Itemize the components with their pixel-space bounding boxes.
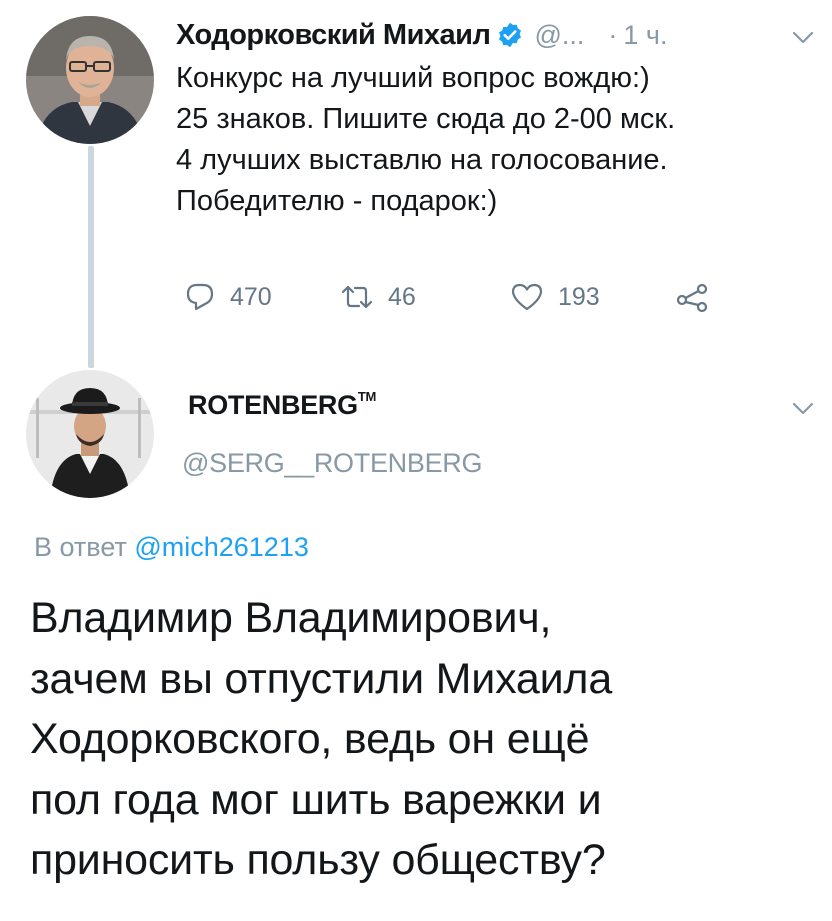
reply-mention-link[interactable]: @mich261213: [134, 532, 309, 562]
tweet-text-line: 25 знаков. Пишите сюда до 2-00 мск.: [176, 103, 676, 135]
reply-author-name[interactable]: ROTENBERGTM: [188, 389, 376, 421]
heart-icon: [511, 283, 543, 311]
reply-button[interactable]: 470: [184, 275, 272, 319]
reply-context: В ответ @mich261213: [34, 532, 309, 563]
tweet-text-line: пол года мог шить варежки и: [30, 775, 602, 824]
like-count: 193: [558, 282, 600, 311]
reply-tweet-text: Владимир Владимирович, зачем вы отпустил…: [30, 588, 820, 891]
tweet1-text: Конкурс на лучший вопрос вождю:) 25 знак…: [176, 58, 816, 222]
tweet-text-line: Владимир Владимирович,: [30, 594, 552, 642]
reply-prefix: В ответ: [34, 532, 127, 562]
author-avatar[interactable]: [26, 16, 154, 144]
share-icon: [676, 283, 708, 313]
author-name[interactable]: Ходорковский Михаил: [176, 19, 491, 52]
separator-dot: ·: [608, 19, 618, 50]
retweet-icon: [341, 285, 373, 309]
tweet-timestamp[interactable]: 1 ч.: [623, 20, 667, 51]
thread-connector-line: [88, 146, 94, 368]
share-button[interactable]: [676, 275, 710, 319]
reply-count: 470: [230, 282, 272, 311]
reply-icon: [186, 283, 214, 311]
tweet-text-line: 4 лучших выставлю на голосование.: [176, 144, 668, 176]
tweet-text-line: Конкурс на лучший вопрос вождю:): [176, 62, 650, 94]
retweet-button[interactable]: 46: [340, 275, 416, 319]
reply-author-avatar[interactable]: [26, 370, 154, 498]
tweet1-header: Ходорковский Михаил @... · 1 ч.: [176, 14, 816, 56]
tweet-text-line: Ходорковского, ведь он ещё: [30, 715, 590, 763]
retweet-count: 46: [388, 282, 416, 311]
verified-badge-icon: [496, 21, 524, 49]
trademark-sign: TM: [357, 389, 376, 404]
tweet-text-line: зачем вы отпустили Михаила: [30, 654, 613, 703]
reply-author-handle[interactable]: @SERG__ROTENBERG: [182, 448, 482, 479]
chevron-down-icon[interactable]: [792, 402, 814, 416]
like-button[interactable]: 193: [510, 275, 600, 319]
chevron-down-icon[interactable]: [792, 31, 814, 45]
tweet-actions-bar: 470 46 193: [176, 275, 736, 319]
tweet-text-line: Победителю - подарок:): [176, 185, 498, 217]
tweet-text-line: приносить пользу обществу?: [30, 836, 606, 884]
reply-author-name-text: ROTENBERG: [188, 390, 358, 420]
author-handle[interactable]: @...: [534, 20, 584, 51]
